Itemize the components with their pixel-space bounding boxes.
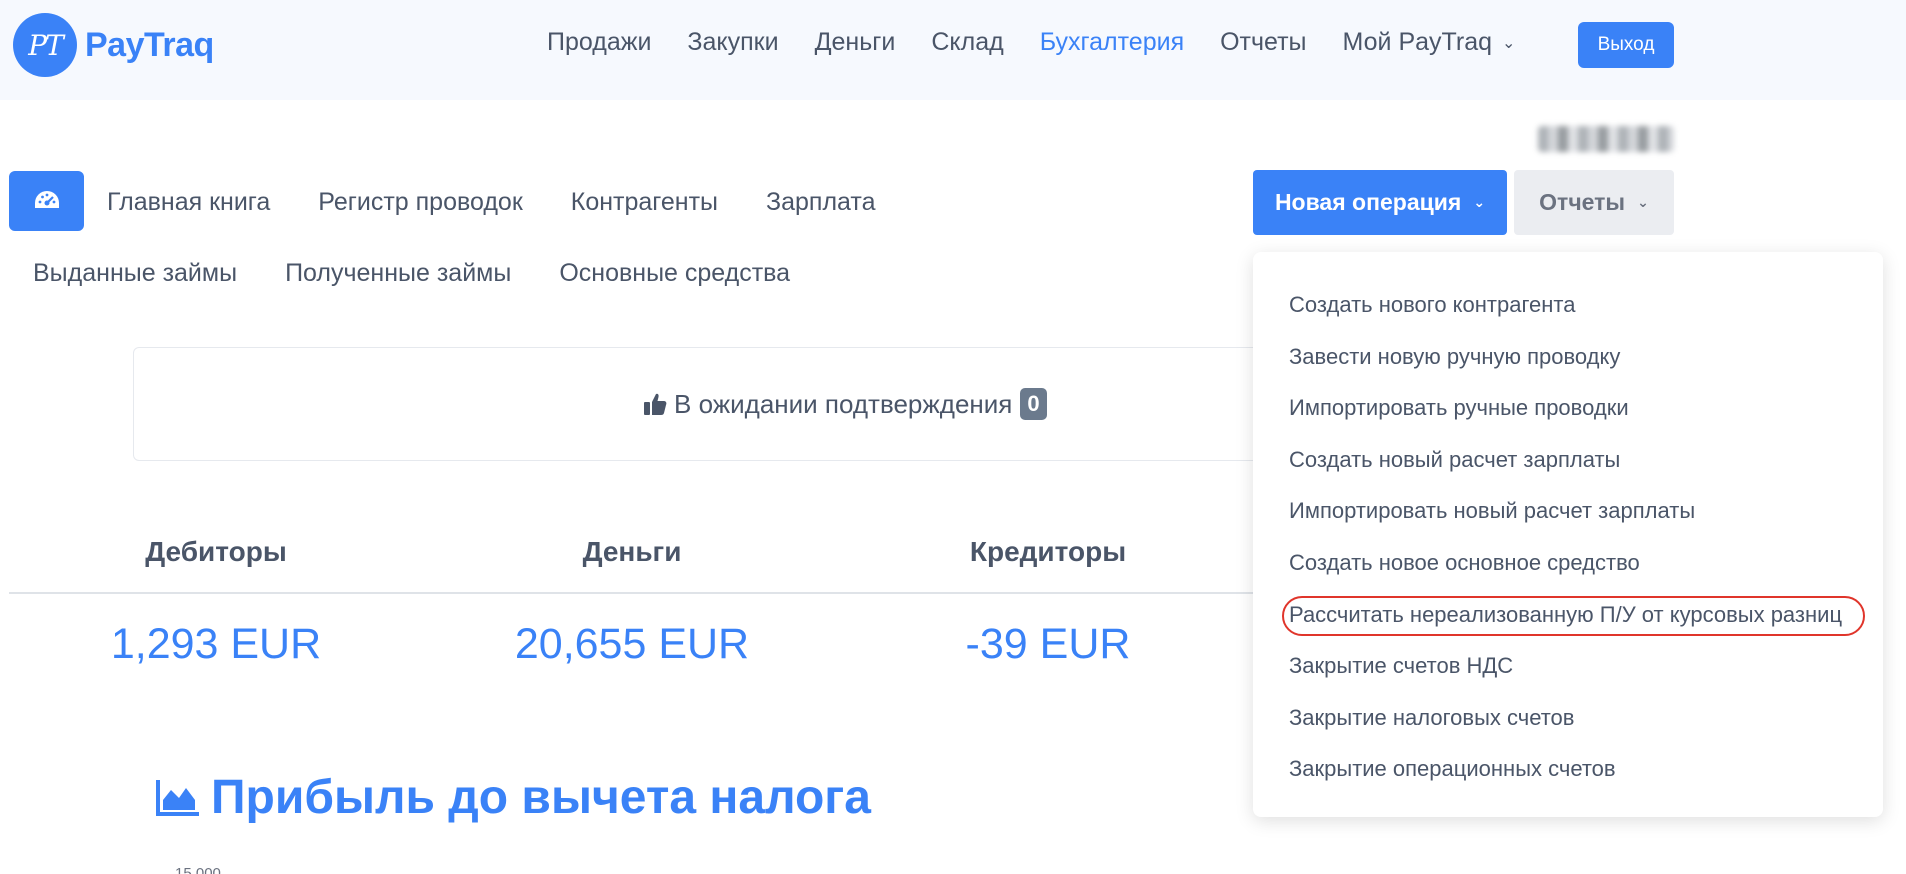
stat-receivables-value[interactable]: 1,293 EUR — [66, 620, 366, 669]
sub-nav-counterparties[interactable]: Контрагенты — [571, 188, 718, 217]
my-paytraq-label: Мой PayTraq — [1342, 28, 1493, 56]
nav-item-reports[interactable]: Отчеты — [1220, 28, 1306, 57]
sub-nav-loans-issued[interactable]: Выданные займы — [33, 259, 237, 288]
pending-approval-card: В ожидании подтверждения 0 — [133, 347, 1273, 461]
sub-nav-row-2: Выданные займы Полученные займы Основные… — [33, 259, 838, 288]
area-chart-icon — [156, 779, 199, 816]
menu-item-import-payroll[interactable]: Импортировать новый расчет зарплаты — [1289, 498, 1695, 524]
nav-item-accounting[interactable]: Бухгалтерия — [1040, 28, 1184, 57]
logo-mark: PT — [13, 13, 77, 77]
nav-item-sales[interactable]: Продажи — [547, 28, 651, 57]
pending-approval-link[interactable]: В ожидании подтверждения 0 — [642, 388, 1047, 420]
menu-item-import-entries[interactable]: Импортировать ручные проводки — [1289, 395, 1629, 421]
nav-item-money[interactable]: Деньги — [815, 28, 896, 57]
reports-button[interactable]: Отчеты ⌄ — [1514, 170, 1674, 235]
menu-item-create-fixed-asset[interactable]: Создать новое основное средство — [1289, 550, 1640, 576]
chevron-down-icon: ⌄ — [1502, 35, 1516, 53]
chart-title: Прибыль до вычета налога — [155, 770, 871, 825]
chevron-down-icon: ⌄ — [1473, 194, 1486, 210]
nav-item-my-paytraq[interactable]: Мой PayTraq ⌄ — [1343, 28, 1516, 57]
sub-nav-payroll[interactable]: Зарплата — [766, 188, 875, 217]
blurred-user-name — [1538, 126, 1674, 152]
sub-nav-loans-received[interactable]: Полученные займы — [285, 259, 511, 288]
menu-item-fx-unrealized[interactable]: Рассчитать нереализованную П/У от курсов… — [1289, 602, 1842, 628]
sub-nav-fixed-assets[interactable]: Основные средства — [559, 259, 790, 288]
chevron-down-icon: ⌄ — [1637, 194, 1649, 210]
paytraq-logo[interactable]: PT PayTraq — [13, 13, 214, 77]
stat-money-label: Деньги — [582, 536, 682, 567]
logo-wordmark: PayTraq — [85, 25, 214, 64]
new-operation-label: Новая операция — [1274, 189, 1462, 215]
nav-item-purchases[interactable]: Закупки — [687, 28, 778, 57]
menu-item-create-counterparty[interactable]: Создать нового контрагента — [1289, 292, 1575, 318]
top-navbar: PT PayTraq Продажи Закупки Деньги Склад … — [0, 0, 1906, 100]
stat-payables-label: Кредиторы — [969, 536, 1127, 567]
new-operation-button[interactable]: Новая операция ⌄ — [1253, 170, 1507, 235]
chart-title-text: Прибыль до вычета налога — [211, 771, 871, 824]
stats-divider — [9, 592, 1273, 594]
new-operation-dropdown: Создать нового контрагента Завести новую… — [1253, 252, 1883, 817]
pending-approval-label: В ожидании подтверждения — [674, 388, 1013, 419]
stat-receivables-label: Дебиторы — [145, 536, 287, 567]
thumbs-up-icon — [644, 393, 667, 415]
sub-nav-row-1: Главная книга Регистр проводок Контраген… — [107, 188, 923, 217]
dashboard-button[interactable] — [9, 171, 84, 231]
menu-item-close-tax[interactable]: Закрытие налоговых счетов — [1289, 705, 1574, 731]
sub-nav-journal-register[interactable]: Регистр проводок — [318, 188, 523, 217]
menu-item-close-vat[interactable]: Закрытие счетов НДС — [1289, 653, 1513, 679]
nav-item-warehouse[interactable]: Склад — [931, 28, 1003, 57]
sub-nav-general-ledger[interactable]: Главная книга — [107, 188, 270, 217]
stat-money-value[interactable]: 20,655 EUR — [482, 620, 782, 669]
menu-item-close-operational[interactable]: Закрытие операционных счетов — [1289, 756, 1616, 782]
menu-item-manual-entry[interactable]: Завести новую ручную проводку — [1289, 344, 1620, 370]
logout-button[interactable]: Выход — [1578, 22, 1674, 68]
main-nav: Продажи Закупки Деньги Склад Бухгалтерия… — [547, 28, 1551, 57]
stat-payables-value[interactable]: -39 EUR — [898, 620, 1198, 669]
chart-y-tick: 15,000 — [175, 865, 221, 874]
reports-label: Отчеты — [1539, 189, 1626, 215]
speedometer-icon — [34, 191, 59, 208]
pending-count-badge: 0 — [1020, 388, 1047, 420]
menu-item-create-payroll[interactable]: Создать новый расчет зарплаты — [1289, 447, 1620, 473]
